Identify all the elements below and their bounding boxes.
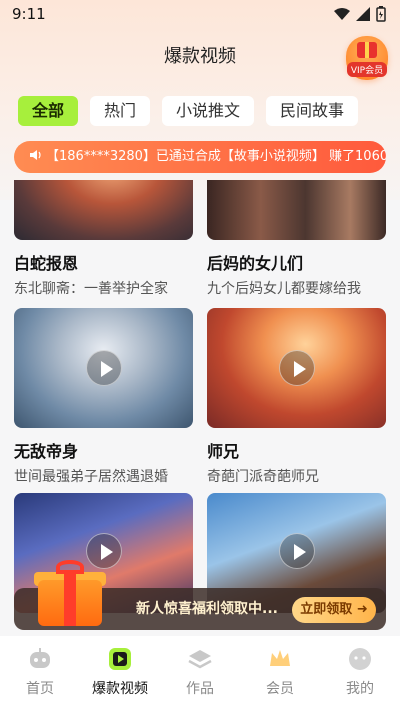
- video-title: 白蛇报恩: [14, 254, 79, 273]
- vip-label: VIP会员: [346, 62, 388, 77]
- claim-now-button[interactable]: 立即领取 ➜: [292, 597, 376, 623]
- video-title: 师兄: [207, 442, 240, 461]
- bottom-nav: 首页 爆款视频 作品 会员 我的: [0, 636, 400, 711]
- video-card[interactable]: 无敌帝身 世间最强弟子居然遇退婚: [14, 308, 193, 486]
- nav-membership-label: 会员: [266, 681, 294, 697]
- page-title: 爆款视频: [164, 46, 236, 67]
- nav-home[interactable]: 首页: [5, 646, 75, 711]
- vip-button[interactable]: VIP会员: [346, 36, 388, 80]
- category-tabs: 全部 热门 小说推文 民间故事: [18, 96, 359, 126]
- video-card[interactable]: 后妈的女儿们 九个后妈女儿都要嫁给我: [207, 180, 386, 298]
- video-title: 后妈的女儿们: [207, 254, 304, 273]
- video-thumbnail[interactable]: [14, 308, 193, 428]
- tab-hot[interactable]: 热门: [90, 96, 151, 126]
- video-subtitle: 九个后妈女儿都要嫁给我: [207, 281, 361, 297]
- nav-home-label: 首页: [26, 681, 54, 697]
- nav-profile-label: 我的: [346, 681, 374, 697]
- video-thumbnail[interactable]: [207, 180, 386, 240]
- video-card[interactable]: 师兄 奇葩门派奇葩师兄: [207, 308, 386, 486]
- play-icon[interactable]: [85, 350, 122, 386]
- video-subtitle: 东北聊斋：一善举护全家: [14, 281, 168, 297]
- status-icons: [334, 6, 386, 22]
- nav-works-label: 作品: [186, 681, 214, 697]
- notice-text: 【186****3280】已通过合成【故事小说视频】 赚了1060元: [46, 149, 386, 164]
- robot-home-icon: [30, 648, 50, 668]
- video-thumbnail[interactable]: [207, 308, 386, 428]
- layers-icon: [188, 650, 212, 669]
- nav-profile[interactable]: 我的: [325, 646, 395, 711]
- clock: 9:11: [12, 5, 46, 23]
- video-title: 无敌帝身: [14, 442, 79, 461]
- earnings-notice: 【186****3280】已通过合成【故事小说视频】 赚了1060元: [14, 141, 386, 173]
- video-thumbnail[interactable]: [14, 180, 193, 240]
- video-subtitle: 世间最强弟子居然遇退婚: [14, 469, 168, 485]
- nav-works[interactable]: 作品: [165, 646, 235, 711]
- nav-viral-videos[interactable]: 爆款视频: [85, 646, 155, 711]
- crown-icon: [270, 650, 290, 666]
- gift-box-icon: [30, 560, 110, 630]
- video-card[interactable]: 白蛇报恩 东北聊斋：一善举护全家: [14, 180, 193, 298]
- face-icon: [349, 648, 371, 670]
- play-icon[interactable]: [278, 532, 315, 569]
- claim-now-label: 立即领取: [300, 602, 353, 617]
- tab-folk-story[interactable]: 民间故事: [266, 96, 359, 126]
- promo-text: 新人惊喜福利领取中...: [136, 601, 278, 617]
- arrow-right-icon: ➜: [356, 602, 368, 617]
- gift-icon: [357, 42, 377, 58]
- status-bar: 9:11: [0, 0, 400, 28]
- video-icon: [109, 648, 131, 670]
- nav-viral-videos-label: 爆款视频: [92, 681, 148, 697]
- video-subtitle: 奇葩门派奇葩师兄: [207, 469, 319, 485]
- signal-icon: [356, 7, 370, 21]
- speaker-icon: [30, 150, 41, 160]
- battery-icon: [376, 6, 386, 22]
- nav-membership[interactable]: 会员: [245, 646, 315, 711]
- tab-all[interactable]: 全部: [18, 96, 79, 126]
- tab-novel[interactable]: 小说推文: [162, 96, 255, 126]
- play-icon[interactable]: [278, 350, 315, 386]
- wifi-icon: [334, 8, 350, 20]
